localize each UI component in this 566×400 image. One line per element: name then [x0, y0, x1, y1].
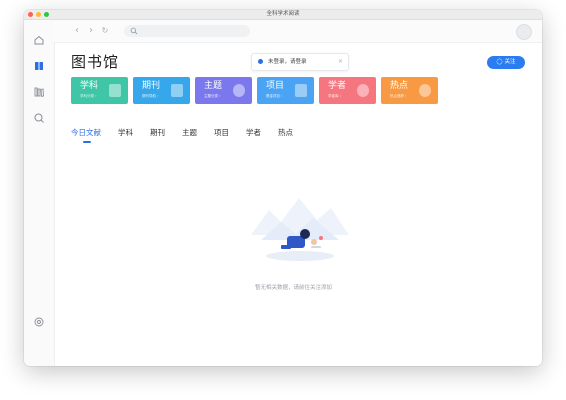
card-label: 项目	[266, 81, 285, 91]
book-icon[interactable]	[33, 60, 45, 72]
close-icon[interactable]: ×	[338, 57, 343, 67]
empty-state-illustration	[251, 198, 349, 261]
search-input[interactable]	[124, 25, 250, 37]
card-label: 学者	[328, 81, 347, 91]
main-content: 图书馆 未登录，请登录 × ◯ 关注 学科 学科分类 › 期刊 期刊导航 › 主…	[55, 43, 542, 366]
info-icon	[258, 59, 263, 64]
page-title: 图书馆	[71, 53, 120, 71]
follow-button[interactable]: ◯ 关注	[487, 56, 525, 69]
card-subject[interactable]: 学科 学科分类 ›	[71, 77, 128, 104]
fire-icon	[419, 84, 431, 97]
card-project[interactable]: 项目 基金项目 ›	[257, 77, 314, 104]
card-scholar[interactable]: 学者 学者库 ›	[319, 77, 376, 104]
app-window: 全科学术阅读 ‹ › ↻ 图书馆 未登录，请登录 × ◯ 关注 学科 学科分类 …	[24, 10, 542, 366]
tab-hotspot[interactable]: 热点	[278, 127, 293, 139]
card-label: 学科	[80, 81, 99, 91]
tab-today-papers[interactable]: 今日文献	[71, 127, 101, 143]
bookshelf-icon[interactable]	[33, 86, 45, 98]
person-icon	[357, 84, 369, 97]
tab-subject[interactable]: 学科	[118, 127, 133, 139]
search-icon[interactable]	[33, 112, 45, 124]
home-icon[interactable]	[33, 34, 45, 46]
category-cards: 学科 学科分类 › 期刊 期刊导航 › 主题 主题分类 › 项目 基金项目 › …	[71, 77, 438, 104]
tab-project[interactable]: 项目	[214, 127, 229, 139]
refresh-icon[interactable]: ↻	[100, 25, 110, 36]
card-sub: 学科分类 ›	[80, 94, 97, 98]
empty-state-text: 暂无相关数据，请前往关注添加	[254, 285, 332, 291]
top-navigation: ‹ › ↻	[54, 20, 542, 43]
card-label: 热点	[390, 81, 409, 91]
sidebar	[24, 20, 55, 366]
tab-journal[interactable]: 期刊	[150, 127, 165, 139]
card-sub: 基金项目 ›	[266, 94, 283, 98]
sparkle-icon	[233, 84, 245, 97]
card-hotspot[interactable]: 热点 热点追踪 ›	[381, 77, 438, 104]
tab-topic[interactable]: 主题	[182, 127, 197, 139]
settings-icon[interactable]	[33, 316, 45, 328]
notice-text: 未登录，请登录	[268, 59, 307, 65]
journal-icon	[171, 84, 183, 97]
tab-bar: 今日文献 学科 期刊 主题 项目 学者 热点	[71, 127, 310, 143]
card-sub: 期刊导航 ›	[142, 94, 159, 98]
card-topic[interactable]: 主题 主题分类 ›	[195, 77, 252, 104]
avatar[interactable]	[516, 24, 532, 40]
card-label: 期刊	[142, 81, 161, 91]
card-label: 主题	[204, 81, 223, 91]
window-title: 全科学术阅读	[266, 11, 300, 17]
card-sub: 学者库 ›	[328, 94, 342, 98]
login-notice[interactable]: 未登录，请登录 ×	[251, 53, 349, 71]
tab-scholar[interactable]: 学者	[246, 127, 261, 139]
file-icon	[295, 84, 307, 97]
search-icon	[130, 27, 138, 35]
forward-icon[interactable]: ›	[86, 25, 96, 36]
card-journal[interactable]: 期刊 期刊导航 ›	[133, 77, 190, 104]
title-bar: 全科学术阅读	[24, 10, 542, 20]
document-icon	[109, 84, 121, 97]
back-icon[interactable]: ‹	[72, 25, 82, 36]
card-sub: 热点追踪 ›	[390, 94, 407, 98]
card-sub: 主题分类 ›	[204, 94, 221, 98]
